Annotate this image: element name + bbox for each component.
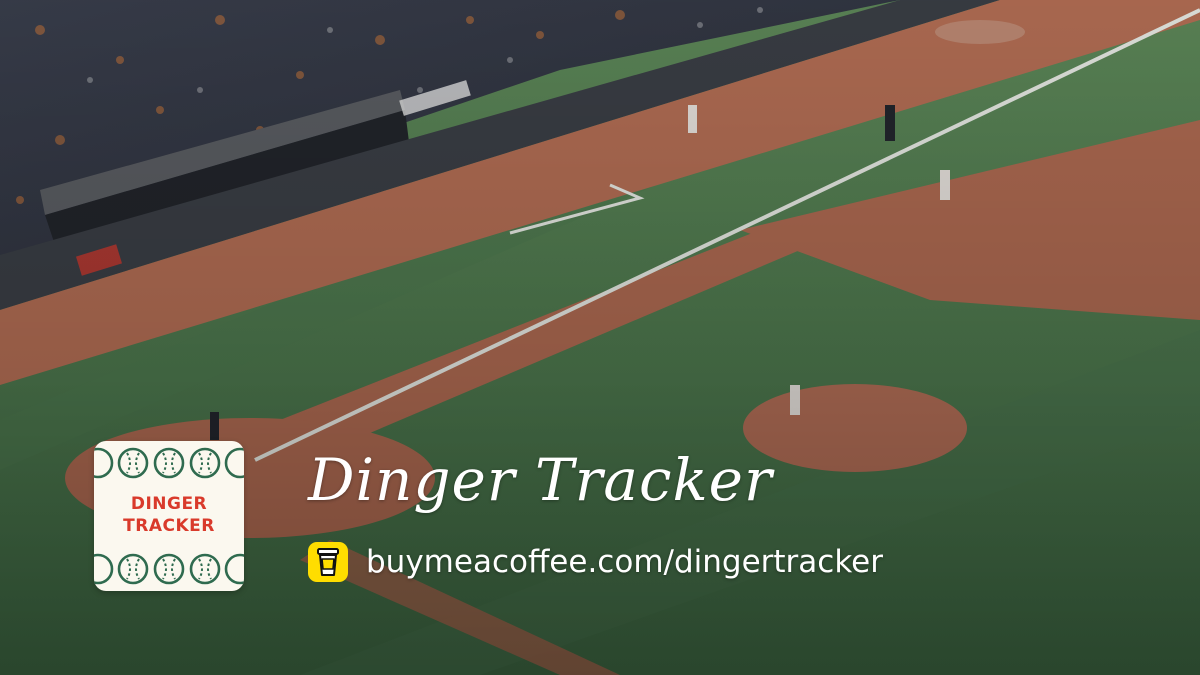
- logo-text-line2: TRACKER: [123, 516, 215, 536]
- page-title: Dinger Tracker: [308, 446, 773, 514]
- coffee-cup-icon: [308, 542, 348, 582]
- coffee-link[interactable]: buymeacoffee.com/dingertracker: [308, 541, 883, 583]
- banner: DINGER TRACKER Dinger Tracker buymeacoff…: [0, 0, 1200, 675]
- dinger-tracker-logo: DINGER TRACKER: [94, 441, 244, 591]
- logo-text-line1: DINGER: [130, 494, 208, 514]
- coffee-link-text[interactable]: buymeacoffee.com/dingertracker: [366, 544, 883, 580]
